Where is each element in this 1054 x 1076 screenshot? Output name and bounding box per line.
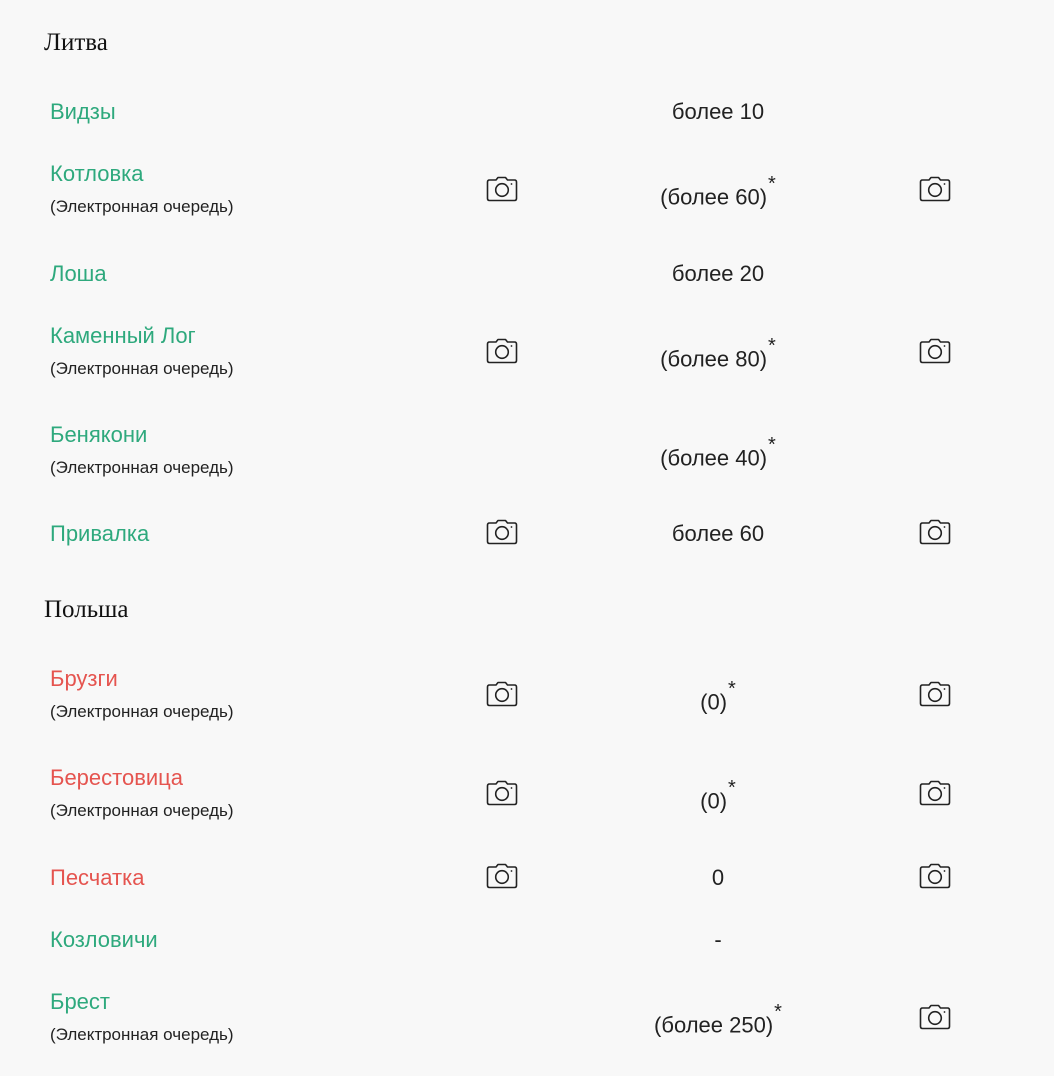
checkpoint-name-link[interactable]: Бенякони: [50, 424, 234, 446]
queue-count-value: -: [714, 927, 722, 952]
checkpoint-name-block: Брузги (Электронная очередь): [50, 668, 234, 721]
checkpoint-name-block: Котловка (Электронная очередь): [50, 163, 234, 216]
queue-count: более 10: [568, 101, 868, 123]
checkpoint-name-link[interactable]: Котловка: [50, 163, 234, 185]
checkpoint-name-block: Привалка: [50, 523, 149, 545]
queue-count: (более 40)*: [568, 435, 868, 471]
camera-icon[interactable]: [919, 176, 951, 202]
queue-count-value: (0): [700, 788, 728, 814]
footnote-asterisk: *: [728, 678, 736, 700]
country-heading: Польша: [44, 596, 129, 623]
camera-icon[interactable]: [919, 681, 951, 707]
checkpoint-name-block: Песчатка: [50, 867, 144, 889]
footnote-asterisk: *: [768, 173, 776, 195]
checkpoint-name-block: Каменный Лог (Электронная очередь): [50, 325, 234, 378]
checkpoint-name-block: Видзы: [50, 101, 116, 123]
checkpoint-name-link[interactable]: Песчатка: [50, 867, 144, 889]
checkpoint-name-link[interactable]: Каменный Лог: [50, 325, 234, 347]
queue-count-value: (0): [700, 689, 728, 715]
checkpoint-name-block: Бенякони (Электронная очередь): [50, 424, 234, 477]
checkpoint-name-block: Берестовица (Электронная очередь): [50, 767, 234, 820]
camera-icon[interactable]: [486, 681, 518, 707]
footnote-asterisk: *: [728, 777, 736, 799]
electronic-queue-note: (Электронная очередь): [50, 359, 234, 378]
country-heading: Литва: [44, 29, 108, 56]
checkpoint-name-link[interactable]: Брест: [50, 991, 234, 1013]
queue-count: (0)*: [568, 778, 868, 814]
camera-icon[interactable]: [919, 338, 951, 364]
checkpoint-name-link[interactable]: Берестовица: [50, 767, 234, 789]
queue-count: (более 60)*: [568, 174, 868, 210]
queue-count-value: более 60: [671, 521, 765, 546]
checkpoint-name-link[interactable]: Привалка: [50, 523, 149, 545]
queue-count: более 60: [568, 523, 868, 545]
electronic-queue-note: (Электронная очередь): [50, 1025, 234, 1044]
queue-count-value: (более 80): [660, 346, 768, 372]
checkpoint-name-link[interactable]: Козловичи: [50, 929, 158, 951]
checkpoint-name-link[interactable]: Лоша: [50, 263, 107, 285]
queue-count: (0)*: [568, 679, 868, 715]
queue-count: (более 250)*: [568, 1002, 868, 1038]
electronic-queue-note: (Электронная очередь): [50, 702, 234, 721]
queue-count: 0: [568, 867, 868, 889]
queue-count: -: [568, 929, 868, 951]
checkpoint-name-link[interactable]: Видзы: [50, 101, 116, 123]
checkpoint-name-link[interactable]: Брузги: [50, 668, 234, 690]
queue-count-value: более 20: [671, 261, 765, 286]
queue-count: (более 80)*: [568, 336, 868, 372]
footnote-asterisk: *: [768, 434, 776, 456]
checkpoint-name-block: Лоша: [50, 263, 107, 285]
electronic-queue-note: (Электронная очередь): [50, 801, 234, 820]
queue-count-value: (более 40): [660, 445, 768, 471]
camera-icon[interactable]: [919, 519, 951, 545]
electronic-queue-note: (Электронная очередь): [50, 197, 234, 216]
camera-icon[interactable]: [486, 176, 518, 202]
camera-icon[interactable]: [486, 780, 518, 806]
camera-icon[interactable]: [919, 863, 951, 889]
queue-count-value: (более 60): [660, 184, 768, 210]
camera-icon[interactable]: [919, 1004, 951, 1030]
queue-count-value: (более 250): [654, 1012, 774, 1038]
queue-count-value: 0: [711, 865, 725, 890]
footnote-asterisk: *: [768, 335, 776, 357]
checkpoint-name-block: Козловичи: [50, 929, 158, 951]
camera-icon[interactable]: [486, 338, 518, 364]
camera-icon[interactable]: [486, 519, 518, 545]
footnote-asterisk: *: [774, 1001, 782, 1023]
electronic-queue-note: (Электронная очередь): [50, 458, 234, 477]
queue-count-value: более 10: [671, 99, 765, 124]
checkpoint-name-block: Брест (Электронная очередь): [50, 991, 234, 1044]
camera-icon[interactable]: [919, 780, 951, 806]
camera-icon[interactable]: [486, 863, 518, 889]
queue-count: более 20: [568, 263, 868, 285]
